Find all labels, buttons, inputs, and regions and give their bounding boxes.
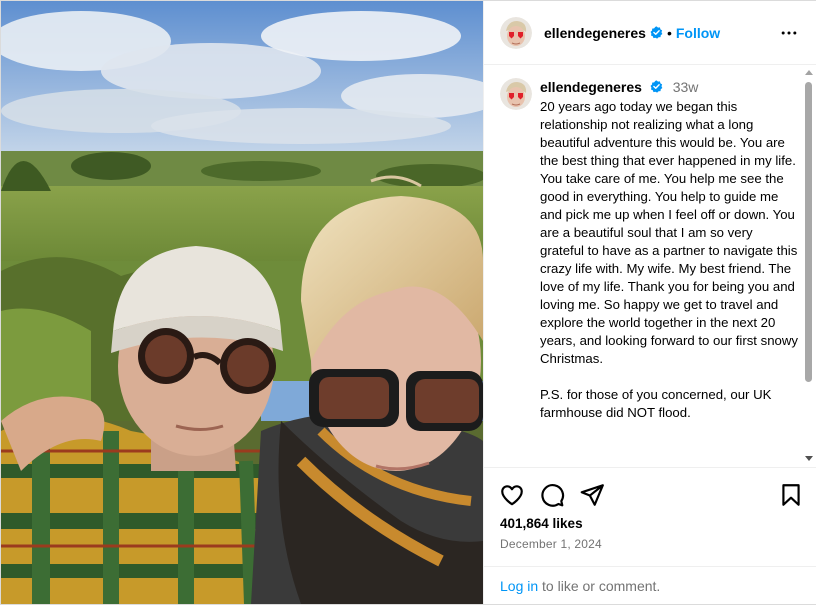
- more-options-icon[interactable]: [779, 23, 799, 43]
- post-date[interactable]: December 1, 2024: [500, 537, 602, 551]
- comments-section[interactable]: ellendegeneres 33w 20 years ago today we…: [484, 66, 816, 467]
- selfie-photo-illustration: [1, 1, 483, 604]
- verified-badge-icon: [650, 80, 663, 93]
- scroll-down-arrow-icon[interactable]: [805, 456, 813, 461]
- post-side-panel: ellendegeneres • Follow ellendegeneres 3…: [483, 1, 816, 604]
- bookmark-icon[interactable]: [778, 482, 804, 508]
- login-prompt-text: to like or comment.: [538, 578, 661, 594]
- heart-icon[interactable]: [499, 482, 525, 508]
- likes-count[interactable]: 401,864 likes: [500, 516, 583, 531]
- post-photo[interactable]: [1, 1, 483, 604]
- scroll-thumb[interactable]: [805, 82, 812, 382]
- instagram-post: ellendegeneres • Follow ellendegeneres 3…: [0, 0, 816, 605]
- caption-text: 20 years ago today we began this relatio…: [540, 99, 799, 420]
- caption-avatar[interactable]: [500, 78, 532, 110]
- login-link[interactable]: Log in: [500, 578, 538, 594]
- author-username[interactable]: ellendegeneres: [544, 25, 646, 41]
- follow-button[interactable]: Follow: [676, 25, 720, 41]
- share-icon[interactable]: [579, 482, 605, 508]
- header-separator: •: [666, 24, 672, 41]
- post-actions: 401,864 likes December 1, 2024 Log in to…: [484, 467, 816, 605]
- login-prompt: Log in to like or comment.: [484, 566, 816, 605]
- caption-header: ellendegeneres 33w: [540, 79, 698, 95]
- verified-badge-icon: [650, 26, 663, 39]
- caption-time-ago[interactable]: 33w: [673, 79, 699, 95]
- post-header: ellendegeneres • Follow: [484, 1, 816, 65]
- author-avatar[interactable]: [500, 16, 532, 49]
- comment-icon[interactable]: [539, 482, 565, 508]
- comments-scrollbar[interactable]: [801, 66, 816, 467]
- caption-username[interactable]: ellendegeneres: [540, 79, 642, 95]
- scroll-up-arrow-icon[interactable]: [805, 70, 813, 75]
